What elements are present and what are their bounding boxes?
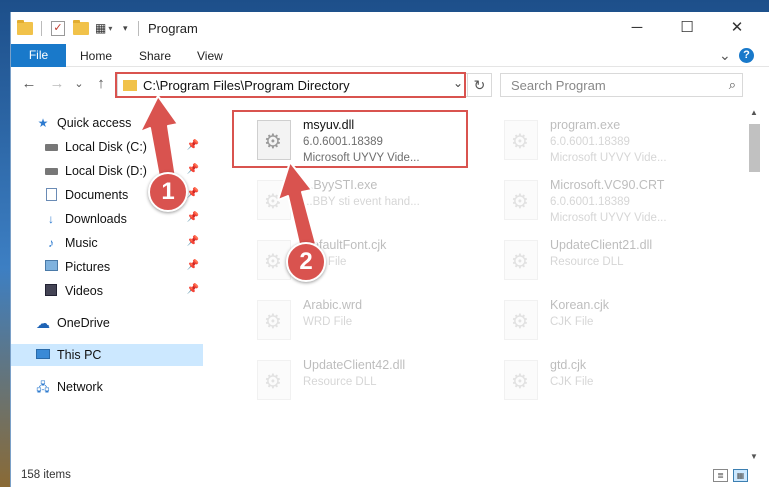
search-placeholder[interactable]: Search Program bbox=[511, 78, 606, 93]
address-highlight-box bbox=[115, 72, 466, 98]
qa-dropdown-icon[interactable]: ▾ bbox=[123, 19, 128, 37]
callout-badge-2: 2 bbox=[286, 242, 326, 282]
ribbon-tabs: File Home Share View ⌄ ? bbox=[11, 44, 769, 67]
pin-icon[interactable]: 📌 bbox=[187, 236, 199, 247]
qa-customize-icon[interactable]: ▦ ▾ bbox=[95, 19, 112, 37]
maximize-button[interactable]: ☐ bbox=[664, 12, 710, 44]
file-item[interactable]: Korean.cjk CJK File bbox=[478, 292, 718, 348]
sidebar-item-network[interactable]: 🖧 Network bbox=[11, 376, 203, 398]
back-button[interactable]: ← bbox=[19, 75, 39, 92]
music-icon: ♪ bbox=[48, 236, 54, 250]
qa-separator bbox=[41, 19, 42, 37]
generic-file-icon bbox=[257, 300, 291, 340]
item-count: 158 items bbox=[21, 469, 71, 481]
pin-icon[interactable]: 📌 bbox=[187, 212, 199, 223]
navigation-pane: ★ Quick access Local Disk (C:) 📌 Local D… bbox=[11, 104, 203, 464]
exe-file-icon bbox=[257, 180, 291, 220]
file-item[interactable]: gtd.cjk CJK File bbox=[478, 352, 718, 408]
folder-file-icon bbox=[504, 180, 538, 220]
tab-view[interactable]: View bbox=[197, 49, 223, 63]
exe-file-icon bbox=[504, 120, 538, 160]
scroll-down-icon[interactable]: ▼ bbox=[750, 452, 758, 461]
star-icon: ★ bbox=[37, 116, 49, 130]
file-item[interactable]: UpdateClient21.dll Resource DLL bbox=[478, 232, 718, 288]
up-button[interactable]: ↑ bbox=[91, 75, 111, 92]
scroll-up-icon[interactable]: ▲ bbox=[750, 108, 758, 117]
close-button[interactable]: ✕ bbox=[714, 12, 760, 44]
callout-badge-1: 1 bbox=[148, 172, 188, 212]
sidebar-item-downloads[interactable]: ↓ Downloads 📌 bbox=[11, 208, 203, 230]
documents-icon bbox=[43, 188, 59, 202]
sidebar-item-pictures[interactable]: Pictures 📌 bbox=[11, 256, 203, 278]
window-title: Program bbox=[148, 21, 198, 36]
dll-file-icon bbox=[257, 360, 291, 400]
sidebar-item-onedrive[interactable]: ☁ OneDrive bbox=[11, 312, 203, 334]
generic-file-icon bbox=[504, 300, 538, 340]
drive-icon bbox=[43, 164, 59, 178]
pin-icon[interactable]: 📌 bbox=[187, 188, 199, 199]
tab-share[interactable]: Share bbox=[139, 49, 171, 63]
file-item[interactable]: Microsoft.VC90.CRT 6.0.6001.18389 Micros… bbox=[478, 172, 718, 228]
tiles-view-icon[interactable]: ▦ bbox=[733, 469, 748, 482]
status-bar: 158 items ≣ ▦ bbox=[11, 464, 769, 487]
drive-icon bbox=[43, 140, 59, 154]
new-folder-icon[interactable] bbox=[73, 19, 89, 37]
ribbon-expand-icon[interactable]: ⌄ bbox=[719, 47, 731, 64]
search-icon[interactable]: ⌕ bbox=[729, 77, 736, 93]
properties-icon[interactable]: ✓ bbox=[51, 19, 65, 37]
sidebar-item-music[interactable]: ♪ Music 📌 bbox=[11, 232, 203, 254]
vertical-scrollbar[interactable]: ▲ ▼ bbox=[746, 104, 763, 464]
title-separator bbox=[138, 19, 139, 37]
pin-icon[interactable]: 📌 bbox=[187, 140, 199, 151]
folder-icon bbox=[17, 19, 33, 37]
dll-file-icon bbox=[504, 240, 538, 280]
file-item[interactable]: DefaultFont.cjk CJK File bbox=[231, 232, 471, 288]
file-item[interactable]: UpdateClient42.dll Resource DLL bbox=[231, 352, 471, 408]
refresh-button[interactable]: ↻ bbox=[467, 74, 491, 96]
search-box[interactable]: Search Program ⌕ bbox=[500, 73, 743, 97]
details-view-icon[interactable]: ≣ bbox=[713, 469, 728, 482]
sidebar-item-videos[interactable]: Videos 📌 bbox=[11, 280, 203, 302]
generic-file-icon bbox=[504, 360, 538, 400]
pictures-icon bbox=[43, 260, 59, 274]
file-list: msyuv.dll 6.0.6001.18389 Microsoft UYVY … bbox=[206, 104, 744, 464]
sidebar-item-quick-access[interactable]: ★ Quick access bbox=[11, 112, 203, 134]
minimize-button[interactable]: ─ bbox=[614, 12, 660, 44]
tab-home[interactable]: Home bbox=[80, 49, 112, 63]
scroll-thumb[interactable] bbox=[749, 124, 760, 172]
pin-icon[interactable]: 📌 bbox=[187, 284, 199, 295]
sidebar-item-this-pc[interactable]: This PC bbox=[11, 344, 203, 366]
download-icon: ↓ bbox=[48, 212, 54, 226]
navigation-bar: ← → ⌄ ↑ C:\Program Files\Program Directo… bbox=[11, 68, 769, 102]
recent-locations-button[interactable]: ⌄ bbox=[69, 77, 89, 90]
file-highlight-box bbox=[232, 110, 468, 168]
forward-button[interactable]: → bbox=[47, 75, 67, 92]
tab-file[interactable]: File bbox=[11, 44, 66, 67]
file-explorer-window: ✓ ▦ ▾ ▾ Program ─ ☐ ✕ File Home Share Vie… bbox=[10, 12, 769, 487]
file-item[interactable]: Arabic.wrd WRD File bbox=[231, 292, 471, 348]
network-icon: 🖧 bbox=[36, 380, 50, 394]
help-icon[interactable]: ? bbox=[739, 48, 754, 63]
pin-icon[interactable]: 📌 bbox=[187, 164, 199, 175]
cloud-icon: ☁ bbox=[36, 315, 50, 331]
pin-icon[interactable]: 📌 bbox=[187, 260, 199, 271]
computer-icon bbox=[35, 348, 51, 362]
file-item[interactable]: ...ByySTI.exe ...BBY sti event hand... bbox=[231, 172, 471, 228]
videos-icon bbox=[43, 284, 59, 298]
file-item[interactable]: program.exe 6.0.6001.18389 Microsoft UYV… bbox=[478, 112, 718, 168]
sidebar-item-local-disk-c[interactable]: Local Disk (C:) 📌 bbox=[11, 136, 203, 158]
title-bar: ✓ ▦ ▾ ▾ Program ─ ☐ ✕ bbox=[11, 12, 769, 44]
